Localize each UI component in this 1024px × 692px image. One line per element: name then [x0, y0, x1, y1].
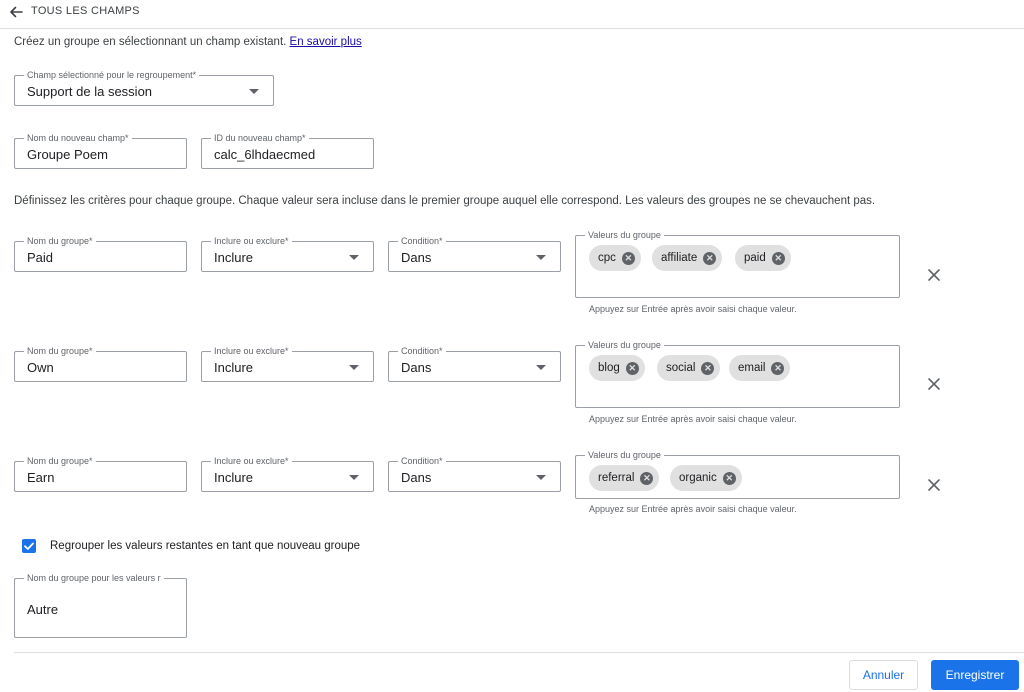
value-chip: organic ✕	[670, 465, 742, 491]
remaining-group-name-value: Autre	[27, 602, 59, 617]
group-name-value: Own	[27, 360, 54, 375]
back-label[interactable]: TOUS LES CHAMPS	[31, 5, 140, 17]
group-remaining-checkbox[interactable]	[22, 539, 36, 553]
group-values-label: Valeurs du groupe	[585, 229, 664, 241]
new-field-name-label: Nom du nouveau champ*	[24, 132, 132, 144]
value-chip: email ✕	[729, 355, 791, 381]
grouping-field-value: Support de la session	[27, 84, 153, 99]
condition-value: Dans	[401, 360, 432, 375]
remove-chip-icon[interactable]: ✕	[701, 361, 715, 375]
include-exclude-label: Inclure ou exclure*	[211, 235, 292, 247]
chip-label: social	[666, 362, 696, 374]
group-name-value: Paid	[27, 250, 54, 265]
remove-chip-icon[interactable]: ✕	[621, 251, 635, 265]
group-values-label: Valeurs du groupe	[585, 449, 664, 461]
helper-text: Appuyez sur Entrée après avoir saisi cha…	[589, 504, 797, 514]
condition-label: Condition*	[398, 235, 446, 247]
group-name-value: Earn	[27, 470, 55, 485]
group-values-input[interactable]: Valeurs du groupe referral ✕ organic ✕	[575, 449, 900, 499]
remove-chip-icon[interactable]: ✕	[625, 361, 639, 375]
condition-label: Condition*	[398, 345, 446, 357]
new-field-id-input[interactable]: ID du nouveau champ* calc_6lhdaecmed	[201, 132, 374, 169]
group-name-input[interactable]: Nom du groupe* Paid	[14, 235, 187, 272]
criteria-description: Définissez les critères pour chaque grou…	[14, 195, 876, 207]
cancel-button[interactable]: Annuler	[849, 660, 918, 690]
group-name-label: Nom du groupe*	[24, 455, 96, 467]
learn-more-link[interactable]: En savoir plus	[290, 36, 362, 48]
include-exclude-select[interactable]: Inclure ou exclure* Inclure	[201, 345, 374, 382]
condition-label: Condition*	[398, 455, 446, 467]
include-exclude-select[interactable]: Inclure ou exclure* Inclure	[201, 235, 374, 272]
footer-divider	[14, 652, 1024, 653]
helper-text: Appuyez sur Entrée après avoir saisi cha…	[589, 414, 797, 424]
intro-text: Créez un groupe en sélectionnant un cham…	[14, 36, 362, 48]
back-arrow-icon[interactable]	[8, 4, 24, 20]
helper-text: Appuyez sur Entrée après avoir saisi cha…	[589, 304, 797, 314]
chevron-down-icon	[349, 364, 359, 370]
header-bar	[0, 0, 1024, 29]
new-field-id-value: calc_6lhdaecmed	[214, 147, 316, 162]
value-chip: social ✕	[657, 355, 721, 381]
group-values-input[interactable]: Valeurs du groupe cpc ✕ affiliate ✕ paid ✕	[575, 229, 900, 298]
chip-label: referral	[598, 472, 635, 484]
include-exclude-value: Inclure	[214, 360, 254, 375]
chip-label: blog	[598, 362, 620, 374]
chevron-down-icon	[536, 364, 546, 370]
chip-label: paid	[744, 252, 766, 264]
grouping-field-label: Champ sélectionné pour le regroupement*	[24, 69, 200, 81]
remove-group-icon[interactable]	[926, 376, 942, 392]
remove-group-icon[interactable]	[926, 267, 942, 283]
chip-label: email	[738, 362, 766, 374]
condition-select[interactable]: Condition* Dans	[388, 345, 561, 382]
remaining-group-name-input[interactable]: Nom du groupe pour les valeurs r Autre	[14, 572, 187, 638]
group-name-input[interactable]: Nom du groupe* Earn	[14, 455, 187, 492]
value-chip: paid ✕	[735, 245, 791, 271]
include-exclude-value: Inclure	[214, 250, 254, 265]
remove-chip-icon[interactable]: ✕	[771, 361, 785, 375]
chip-label: affiliate	[661, 252, 698, 264]
include-exclude-label: Inclure ou exclure*	[211, 455, 292, 467]
new-field-name-value: Groupe Poem	[27, 147, 108, 162]
checkmark-icon	[24, 542, 34, 550]
value-chip: cpc ✕	[589, 245, 641, 271]
remove-chip-icon[interactable]: ✕	[640, 471, 654, 485]
value-chip: blog ✕	[589, 355, 645, 381]
chip-label: cpc	[598, 252, 616, 264]
include-exclude-select[interactable]: Inclure ou exclure* Inclure	[201, 455, 374, 492]
condition-value: Dans	[401, 470, 432, 485]
remove-chip-icon[interactable]: ✕	[703, 251, 717, 265]
chevron-down-icon	[349, 254, 359, 260]
include-exclude-value: Inclure	[214, 470, 254, 485]
group-name-input[interactable]: Nom du groupe* Own	[14, 345, 187, 382]
remove-chip-icon[interactable]: ✕	[771, 251, 785, 265]
chevron-down-icon	[249, 88, 259, 94]
new-field-id-label: ID du nouveau champ*	[211, 132, 309, 144]
condition-select[interactable]: Condition* Dans	[388, 235, 561, 272]
value-chip: referral ✕	[589, 465, 660, 491]
remove-chip-icon[interactable]: ✕	[722, 471, 736, 485]
chevron-down-icon	[349, 474, 359, 480]
group-name-label: Nom du groupe*	[24, 235, 96, 247]
group-values-input[interactable]: Valeurs du groupe blog ✕ social ✕ email ✕	[575, 339, 900, 408]
condition-value: Dans	[401, 250, 432, 265]
grouping-field-select[interactable]: Champ sélectionné pour le regroupement* …	[14, 69, 274, 106]
include-exclude-label: Inclure ou exclure*	[211, 345, 292, 357]
group-name-label: Nom du groupe*	[24, 345, 96, 357]
chip-label: organic	[679, 472, 717, 484]
remove-group-icon[interactable]	[926, 477, 942, 493]
remaining-group-name-label: Nom du groupe pour les valeurs r	[24, 572, 164, 584]
condition-select[interactable]: Condition* Dans	[388, 455, 561, 492]
save-button[interactable]: Enregistrer	[931, 660, 1019, 690]
chevron-down-icon	[536, 474, 546, 480]
value-chip: affiliate ✕	[652, 245, 723, 271]
group-values-label: Valeurs du groupe	[585, 339, 664, 351]
new-field-name-input[interactable]: Nom du nouveau champ* Groupe Poem	[14, 132, 187, 169]
group-remaining-label[interactable]: Regrouper les valeurs restantes en tant …	[50, 540, 360, 552]
chevron-down-icon	[536, 254, 546, 260]
